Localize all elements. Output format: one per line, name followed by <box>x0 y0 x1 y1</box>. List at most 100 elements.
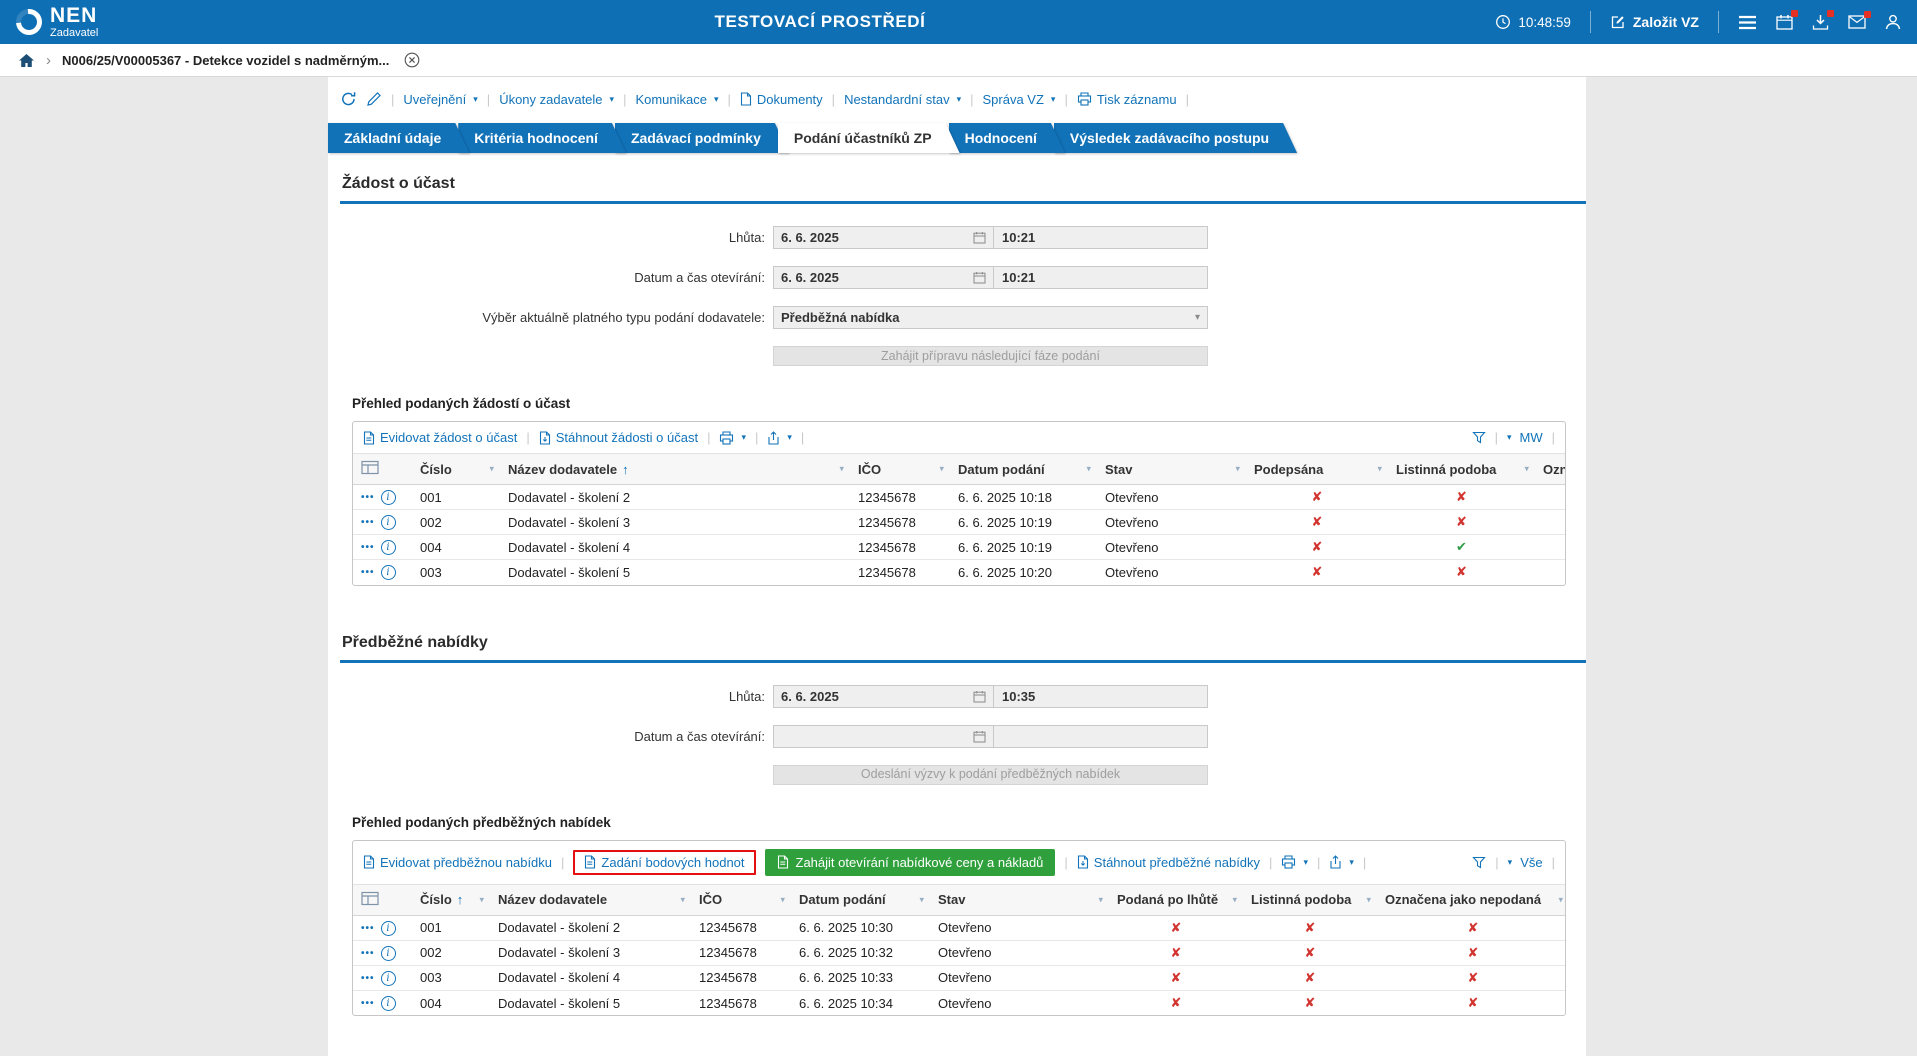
column-header-listinna-podoba[interactable]: Listinná podoba ▾ <box>1388 453 1535 485</box>
column-filter-icon[interactable]: ▾ <box>680 894 685 905</box>
stahnout-zadosti-button[interactable]: Stáhnout žádosti o účast <box>539 430 698 445</box>
odeslani-vyzvy-button[interactable]: Odeslání výzvy k podání předběžných nabí… <box>773 764 1208 785</box>
column-header-oznace[interactable]: Označe <box>1535 453 1565 485</box>
filter-button[interactable] <box>1472 856 1487 869</box>
nabidky-lhuta-datetime-field[interactable]: 6. 6. 2025 10:35 <box>773 684 1208 708</box>
tab-kriteria-hodnoceni[interactable]: Kritéria hodnocení <box>458 123 626 153</box>
column-filter-icon[interactable]: ▾ <box>939 464 944 475</box>
column-filter-icon[interactable]: ▾ <box>919 894 924 905</box>
grid-row[interactable]: ••• i 001 Dodavatel - školení 2 12345678 6. 6… <box>353 915 1565 941</box>
print-grid-button[interactable]: ▾ <box>719 430 746 445</box>
close-record-button[interactable] <box>404 52 420 68</box>
column-header-podepsana[interactable]: Podepsána ▾ <box>1246 453 1388 485</box>
column-filter-icon[interactable]: ▾ <box>1377 464 1382 475</box>
column-header-podana-po-lhute[interactable]: Podaná po lhůtě ▾ <box>1109 883 1243 916</box>
row-actions-icon[interactable]: ••• <box>361 517 375 528</box>
grid-row[interactable]: ••• i 004 Dodavatel - školení 5 12345678 6. 6… <box>353 990 1565 1015</box>
column-filter-icon[interactable]: ▾ <box>780 894 785 905</box>
row-actions-icon[interactable]: ••• <box>361 948 375 959</box>
tab-podani-ucastniku-zp[interactable]: Podání účastníků ZP <box>778 123 960 153</box>
column-filter-icon[interactable]: ▾ <box>1086 464 1091 475</box>
row-actions-icon[interactable]: ••• <box>361 998 375 1009</box>
column-header-datum-podani[interactable]: Datum podání ▾ <box>791 883 930 916</box>
column-header-stav[interactable]: Stav ▾ <box>1097 453 1246 485</box>
grid-row[interactable]: ••• i 003 Dodavatel - školení 4 12345678 6. 6… <box>353 965 1565 991</box>
grid-row[interactable]: ••• i 001 Dodavatel - školení 2 12345678 6. 6… <box>353 484 1565 511</box>
zahajit-otevirani-button[interactable]: Zahájit otevírání nabídkové ceny a nákla… <box>764 848 1056 876</box>
nabidky-otevirani-datetime-field[interactable] <box>773 724 1208 748</box>
row-info-icon[interactable]: i <box>380 490 396 506</box>
column-header-stav[interactable]: Stav ▾ <box>930 883 1109 916</box>
row-actions-icon[interactable]: ••• <box>361 542 375 553</box>
grid-settings-button[interactable] <box>353 883 412 916</box>
evidovat-zadost-button[interactable]: Evidovat žádost o účast <box>363 430 517 445</box>
row-info-icon[interactable]: i <box>380 515 396 531</box>
tab-vysledek-zadavaciho-postupu[interactable]: Výsledek zadávacího postupu <box>1054 123 1297 153</box>
lhuta-datetime-field[interactable]: 6. 6. 2025 10:21 <box>773 226 1208 249</box>
column-header-oznacena-jako-nepodana[interactable]: Označena jako nepodaná ▾ <box>1377 883 1565 916</box>
edit-record-button[interactable] <box>366 91 382 107</box>
row-info-icon[interactable]: i <box>380 945 396 961</box>
column-filter-icon[interactable]: ▾ <box>1366 894 1371 905</box>
profile-button[interactable] <box>1885 14 1901 30</box>
breadcrumb-current[interactable]: N006/25/V00005367 - Detekce vozidel s na… <box>62 53 389 68</box>
row-actions-icon[interactable]: ••• <box>361 567 375 578</box>
toolbar-link-uverejneni[interactable]: Uveřejnění ▾ <box>403 92 477 107</box>
otevirani-datetime-field[interactable]: 6. 6. 2025 10:21 <box>773 266 1208 289</box>
row-info-icon[interactable]: i <box>380 920 396 936</box>
home-button[interactable] <box>18 53 35 68</box>
refresh-button[interactable] <box>340 91 357 107</box>
grid-row[interactable]: ••• i 004 Dodavatel - školení 4 12345678 6. 6… <box>353 534 1565 561</box>
grid-settings-button[interactable] <box>353 453 412 485</box>
calendar-icon[interactable] <box>973 690 986 703</box>
column-filter-icon[interactable]: ▾ <box>1098 894 1103 905</box>
row-info-icon[interactable]: i <box>380 565 396 581</box>
grid-row[interactable]: ••• i 002 Dodavatel - školení 3 12345678 6. 6… <box>353 509 1565 536</box>
grid-row[interactable]: ••• i 003 Dodavatel - školení 5 12345678 6. 6… <box>353 560 1565 585</box>
nen-home-link[interactable]: NEN Zadavatel <box>10 3 98 41</box>
column-filter-icon[interactable]: ▾ <box>479 894 484 905</box>
grid-row[interactable]: ••• i 002 Dodavatel - školení 3 12345678 6. 6… <box>353 940 1565 966</box>
row-actions-icon[interactable]: ••• <box>361 923 375 934</box>
column-header-nazev-dodavatele[interactable]: Název dodavatele ↑ ▾ <box>500 453 850 485</box>
toolbar-link-komunikace[interactable]: Komunikace ▾ <box>635 92 718 107</box>
zahajit-pripravu-button[interactable]: Zahájit přípravu následující fáze podání <box>773 346 1208 366</box>
column-filter-icon[interactable]: ▾ <box>1558 894 1563 905</box>
evidovat-nabidku-button[interactable]: Evidovat předběžnou nabídku <box>363 855 552 870</box>
typ-podani-select[interactable]: Předběžná nabídka ▾ <box>773 306 1208 329</box>
zadani-bodovych-hodnot-button[interactable]: Zadání bodových hodnot <box>584 855 745 870</box>
column-filter-icon[interactable]: ▾ <box>489 464 494 475</box>
column-filter-icon[interactable]: ▾ <box>1232 894 1237 905</box>
export-grid-button[interactable]: ▾ <box>1329 855 1354 869</box>
column-filter-icon[interactable]: ▾ <box>1524 464 1529 475</box>
stahnout-nabidky-button[interactable]: Stáhnout předběžné nabídky <box>1077 855 1260 870</box>
tab-zadavaci-podminky[interactable]: Zadávací podmínky <box>615 123 789 153</box>
calendar-icon[interactable] <box>973 231 986 244</box>
column-header-ico[interactable]: IČO ▾ <box>850 453 950 485</box>
column-filter-icon[interactable]: ▾ <box>839 464 844 475</box>
column-header-nazev-dodavatele[interactable]: Název dodavatele ▾ <box>490 883 691 916</box>
export-grid-button[interactable]: ▾ <box>767 430 792 445</box>
column-header-cislo[interactable]: Číslo ▾ <box>412 453 500 485</box>
filter-button[interactable] <box>1471 431 1486 444</box>
column-header-cislo[interactable]: Číslo ↑ ▾ <box>412 883 490 916</box>
toolbar-link-sprava-vz[interactable]: Správa VZ ▾ <box>983 92 1056 107</box>
tab-hodnoceni[interactable]: Hodnocení <box>949 123 1065 153</box>
row-info-icon[interactable]: i <box>380 540 396 556</box>
calendar-icon[interactable] <box>973 730 986 743</box>
toolbar-link-ukony-zadavatele[interactable]: Úkony zadavatele ▾ <box>499 92 614 107</box>
row-actions-icon[interactable]: ••• <box>361 492 375 503</box>
column-filter-icon[interactable]: ▾ <box>1235 464 1240 475</box>
column-header-datum-podani[interactable]: Datum podání ▾ <box>950 453 1097 485</box>
toolbar-link-tisk-zaznamu[interactable]: Tisk záznamu <box>1077 92 1177 107</box>
calendar-icon[interactable] <box>973 271 986 284</box>
print-grid-button[interactable]: ▾ <box>1281 855 1308 869</box>
view-selector[interactable]: ▾ Vše <box>1508 855 1543 870</box>
row-info-icon[interactable]: i <box>380 996 396 1012</box>
column-header-ico[interactable]: IČO ▾ <box>691 883 791 916</box>
menu-button[interactable] <box>1738 15 1757 30</box>
row-actions-icon[interactable]: ••• <box>361 973 375 984</box>
row-info-icon[interactable]: i <box>380 970 396 986</box>
toolbar-link-dokumenty[interactable]: Dokumenty <box>740 92 823 107</box>
create-vz-button[interactable]: Založit VZ <box>1610 14 1699 30</box>
